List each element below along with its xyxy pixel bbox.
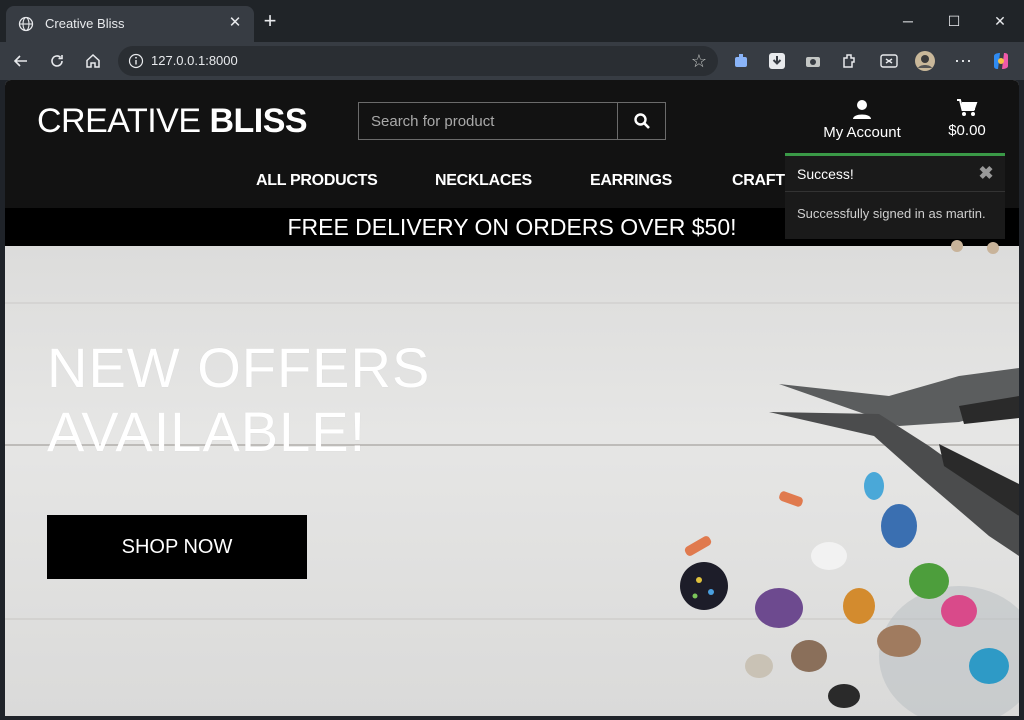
toast-message: Successfully signed in as martin.	[797, 206, 986, 221]
minimize-button[interactable]: ─	[885, 8, 931, 34]
close-window-button[interactable]: ✕	[977, 8, 1023, 34]
tab-title: Creative Bliss	[45, 16, 125, 31]
address-bar[interactable]: 127.0.0.1:8000 ☆	[118, 46, 718, 76]
webpage: CREATIVE BLISS My Account $0.00 ALL PROD…	[5, 80, 1019, 716]
new-tab-button[interactable]: +	[258, 10, 282, 34]
shopping-cart-icon	[957, 99, 978, 116]
back-arrow-icon	[13, 55, 27, 67]
hero-line-2: AVAILABLE!	[47, 400, 367, 463]
my-account-link[interactable]: My Account	[817, 98, 907, 141]
browser-window: Creative Bliss ✕ + ─ ☐ ✕ 127.0.0.1:8000 …	[0, 0, 1024, 720]
shop-now-button[interactable]: SHOP NOW	[47, 515, 307, 579]
wood-plank-line	[5, 302, 1019, 304]
cart-link[interactable]: $0.00	[942, 98, 992, 139]
nav-all-products[interactable]: ALL PRODUCTS	[256, 172, 378, 190]
nav-necklaces[interactable]: NECKLACES	[435, 172, 532, 190]
title-bar: Creative Bliss ✕ + ─ ☐ ✕	[0, 0, 1024, 42]
download-icon[interactable]	[766, 50, 788, 72]
extensions-icon[interactable]	[838, 50, 860, 72]
browser-tab[interactable]: Creative Bliss ✕	[6, 6, 254, 42]
logo-bold-text: BLISS	[209, 102, 308, 140]
success-toast: Success! ✖ Successfully signed in as mar…	[785, 153, 1005, 239]
close-tab-icon[interactable]: ✕	[224, 12, 246, 34]
site-logo[interactable]: CREATIVE BLISS	[37, 102, 308, 141]
profile-avatar-icon[interactable]	[914, 50, 936, 72]
browser-toolbar: 127.0.0.1:8000 ☆ ⋯	[0, 42, 1024, 80]
screenshot-icon[interactable]	[878, 50, 900, 72]
hero-section: NEW OFFERS AVAILABLE! SHOP NOW	[5, 240, 1019, 716]
pliers-and-beads-image	[680, 368, 1019, 716]
toast-title: Success!	[797, 166, 854, 182]
more-menu-icon[interactable]: ⋯	[950, 48, 976, 74]
extension-puzzle-icon[interactable]	[730, 50, 752, 72]
copilot-icon[interactable]	[990, 50, 1012, 72]
reload-icon	[51, 55, 63, 67]
user-icon	[853, 100, 871, 119]
search-input[interactable]	[359, 103, 617, 139]
info-icon[interactable]	[128, 53, 144, 69]
reload-button[interactable]	[44, 48, 70, 74]
search-button[interactable]	[617, 103, 665, 139]
search-icon	[634, 113, 650, 129]
home-button[interactable]	[80, 48, 106, 74]
back-button[interactable]	[8, 48, 34, 74]
close-icon[interactable]: ✖	[977, 164, 995, 182]
home-icon	[86, 53, 100, 68]
url-text[interactable]: 127.0.0.1:8000	[151, 53, 238, 68]
hero-heading: NEW OFFERS AVAILABLE!	[47, 336, 430, 464]
my-account-label: My Account	[823, 124, 901, 141]
cart-total: $0.00	[948, 122, 986, 139]
small-beads-icon	[951, 240, 999, 254]
nav-earrings[interactable]: EARRINGS	[590, 172, 672, 190]
camera-icon[interactable]	[802, 50, 824, 72]
search-form	[358, 102, 666, 140]
hero-line-1: NEW OFFERS	[47, 336, 431, 399]
maximize-button[interactable]: ☐	[931, 8, 977, 34]
toast-header: Success! ✖	[785, 156, 1005, 192]
globe-icon	[18, 16, 34, 32]
bookmark-star-icon[interactable]: ☆	[688, 50, 710, 72]
logo-light-text: CREATIVE	[37, 102, 210, 140]
